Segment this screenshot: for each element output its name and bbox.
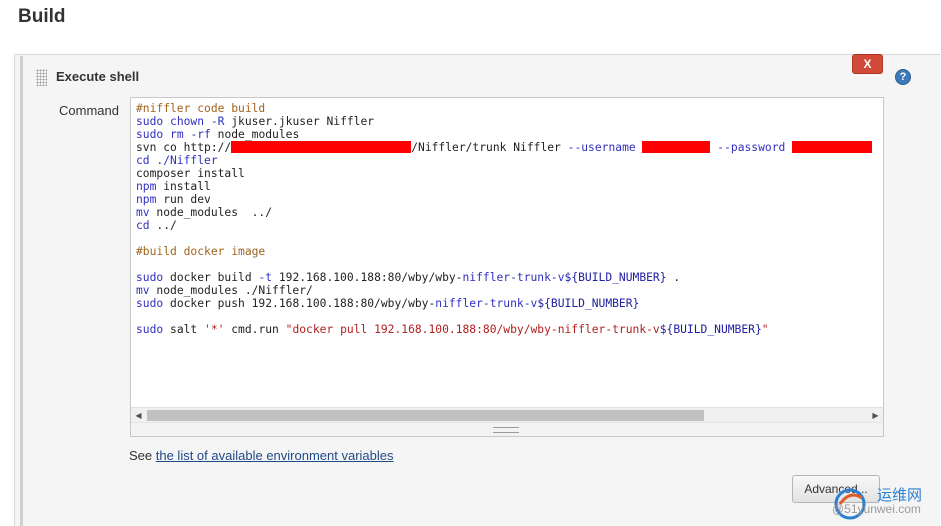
- redacted-block: [231, 141, 412, 153]
- command-token: npm: [136, 180, 157, 193]
- command-token: cd ./Niffler: [136, 154, 218, 167]
- command-line: [136, 258, 883, 271]
- command-line: npm run dev: [136, 193, 883, 206]
- command-token: install: [156, 180, 211, 193]
- scroll-left-arrow-icon[interactable]: ◀: [131, 408, 146, 423]
- execute-shell-step: Execute shell X ? Command #niffler code …: [20, 54, 940, 526]
- command-token: docker build: [163, 271, 259, 284]
- command-line: composer install: [136, 167, 883, 180]
- command-token: "docker pull 192.168.100.188:80/wby/wby-…: [285, 323, 660, 336]
- command-token: composer install: [136, 167, 245, 180]
- command-line: sudo salt '*' cmd.run "docker pull 192.1…: [136, 323, 883, 336]
- editor-resize-handle[interactable]: [131, 422, 883, 436]
- redacted-block: [792, 141, 873, 153]
- command-token: -rf: [190, 128, 211, 141]
- command-token: /Niffler/trunk Niffler: [411, 141, 568, 154]
- command-editor[interactable]: #niffler code build sudo chown -R jkuser.…: [130, 97, 884, 437]
- command-token: rm: [170, 128, 184, 141]
- command-token: svn co http://: [136, 141, 232, 154]
- command-line: svn co http:// /Niffler/trunk Niffler --u…: [136, 141, 883, 154]
- scroll-right-arrow-icon[interactable]: ▶: [868, 408, 883, 423]
- resize-grip-icon: [493, 427, 519, 433]
- command-text[interactable]: #niffler code build sudo chown -R jkuser.…: [136, 102, 883, 336]
- watermark: 运维网 @51yunwei.com: [832, 482, 941, 526]
- command-line: sudo docker build -t 192.168.100.188:80/…: [136, 271, 883, 284]
- command-token: ${BUILD_NUMBER}: [564, 271, 667, 284]
- command-token: sudo: [136, 323, 164, 336]
- command-token: run dev: [156, 193, 211, 206]
- command-token: [204, 115, 211, 128]
- watermark-subtitle: @51yunwei.com: [832, 502, 921, 516]
- command-token: sudo: [136, 297, 164, 310]
- horizontal-scrollbar[interactable]: ◀ ▶: [131, 407, 883, 423]
- command-token: niffler-trunk-v: [462, 271, 565, 284]
- command-token: 192.168.100.188:80/wby/wby-: [272, 271, 463, 284]
- command-line: #build docker image: [136, 245, 883, 258]
- env-vars-help: See the list of available environment va…: [129, 448, 394, 463]
- command-token: jkuser.jkuser Niffler: [224, 115, 375, 128]
- step-title: Execute shell: [56, 69, 140, 84]
- command-token: --username: [567, 141, 636, 154]
- command-line: [136, 310, 883, 323]
- command-line: sudo rm -rf node_modules: [136, 128, 883, 141]
- command-token: chown: [170, 115, 205, 128]
- command-token: docker push 192.168.100.188:80/wby/wby-: [163, 297, 436, 310]
- env-vars-link[interactable]: the list of available environment variab…: [156, 448, 394, 463]
- command-token: #niffler code build: [136, 102, 266, 115]
- command-token: sudo: [136, 271, 164, 284]
- command-token: '*': [204, 323, 225, 336]
- command-line: sudo docker push 192.168.100.188:80/wby/…: [136, 297, 883, 310]
- command-token: --password: [717, 141, 786, 154]
- command-token: node_modules ./Niffler/: [149, 284, 313, 297]
- command-line: cd ./Niffler: [136, 154, 883, 167]
- command-token: mv: [136, 284, 150, 297]
- command-token: sudo: [136, 128, 171, 141]
- command-token: ${BUILD_NUMBER}: [659, 323, 762, 336]
- command-line: cd ../: [136, 219, 883, 232]
- env-vars-prefix: See: [129, 448, 156, 463]
- page-title: Build: [18, 6, 66, 27]
- command-token: [785, 141, 792, 154]
- command-token: node_modules: [210, 128, 300, 141]
- build-section: Execute shell X ? Command #niffler code …: [14, 54, 940, 526]
- command-token: niffler-trunk-v: [435, 297, 538, 310]
- command-token: [636, 141, 643, 154]
- command-token: ${BUILD_NUMBER}: [537, 297, 640, 310]
- command-line: [136, 232, 883, 245]
- command-token: sudo: [136, 115, 171, 128]
- command-token: node_modules ../: [149, 206, 273, 219]
- command-line: #niffler code build: [136, 102, 883, 115]
- command-line: mv node_modules ../: [136, 206, 883, 219]
- command-token: ../: [149, 219, 177, 232]
- command-line: npm install: [136, 180, 883, 193]
- command-token: cd: [136, 219, 150, 232]
- command-token: npm: [136, 193, 157, 206]
- command-token: -t: [258, 271, 273, 284]
- command-token: ": [761, 323, 769, 336]
- command-token: -R: [210, 115, 225, 128]
- help-icon[interactable]: ?: [895, 69, 911, 85]
- drag-handle-icon[interactable]: [36, 69, 47, 86]
- command-line: mv node_modules ./Niffler/: [136, 284, 883, 297]
- redacted-block: [642, 141, 711, 153]
- command-line: sudo chown -R jkuser.jkuser Niffler: [136, 115, 883, 128]
- command-token: mv: [136, 206, 150, 219]
- scrollbar-thumb[interactable]: [147, 410, 704, 421]
- command-token: cmd.run: [224, 323, 286, 336]
- command-token: #build docker image: [136, 245, 266, 258]
- command-token: salt: [163, 323, 205, 336]
- delete-step-button[interactable]: X: [852, 54, 883, 74]
- command-label: Command: [59, 103, 119, 118]
- command-token: .: [666, 271, 681, 284]
